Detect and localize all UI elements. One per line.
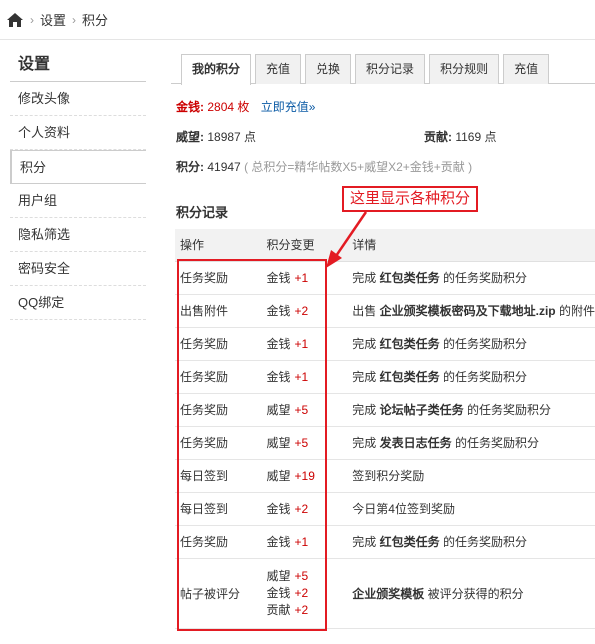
detail-prefix: 完成 <box>352 436 377 450</box>
points-log-title: 积分记录 <box>176 205 229 220</box>
money-value: 2804 枚 <box>207 100 250 114</box>
detail-cell: 完成 发表日志任务 的任务奖励积分 <box>347 426 595 460</box>
sidebar-item-privacy[interactable]: 隐私筛选 <box>10 218 146 252</box>
sidebar-item-profile[interactable]: 个人资料 <box>10 116 146 150</box>
detail-suffix: 的任务奖励积分 <box>467 403 552 417</box>
detail-prefix: 完成 <box>352 271 377 285</box>
breadcrumb-settings[interactable]: 设置 <box>40 10 66 29</box>
tab-points-rules[interactable]: 积分规则 <box>429 54 500 84</box>
sidebar-item-password[interactable]: 密码安全 <box>10 252 146 286</box>
detail-subject[interactable]: 发表日志任务 <box>380 436 452 450</box>
detail-cell: 企业颁奖模板 被评分获得的积分 <box>347 558 595 629</box>
chevron-right-icon: › <box>72 12 77 27</box>
detail-subject[interactable]: 企业颁奖模板密码及下载地址.zip <box>380 304 556 318</box>
sidebar-item-qq[interactable]: QQ绑定 <box>10 286 146 320</box>
sidebar-item-avatar[interactable]: 修改头像 <box>10 82 146 116</box>
total-formula: ( 总积分=精华帖数X5+威望X2+金钱+贡献 ) <box>244 160 473 174</box>
detail-prefix: 今日第4位签到奖励 <box>352 502 455 516</box>
weiwang-row: 威望: 18987 点 <box>176 128 256 145</box>
sidebar: 设置 修改头像 个人资料 积分 用户组 隐私筛选 密码安全 QQ绑定 <box>10 48 146 320</box>
detail-suffix: 的任务奖励积分 <box>443 535 528 549</box>
detail-cell: 完成 红包类任务 的任务奖励积分 <box>347 360 595 394</box>
col-header-detail: 详情 <box>347 229 595 262</box>
tab-recharge-2[interactable]: 充值 <box>503 54 550 84</box>
detail-prefix: 完成 <box>352 337 377 351</box>
tab-my-points[interactable]: 我的积分 <box>181 54 252 85</box>
breadcrumb: › 设置 › 积分 <box>0 0 595 40</box>
breadcrumb-points[interactable]: 积分 <box>82 10 108 29</box>
detail-suffix: 的任务奖励积分 <box>443 337 528 351</box>
annotation-callout: 这里显示各种积分 <box>342 186 479 212</box>
detail-cell: 完成 红包类任务 的任务奖励积分 <box>347 261 595 295</box>
gongxian-label: 贡献: <box>424 130 452 144</box>
detail-prefix: 出售 <box>352 304 377 318</box>
detail-suffix: 的任务奖励积分 <box>455 436 540 450</box>
money-row: 金钱: 2804 枚 立即充值» <box>176 98 315 115</box>
tab-recharge[interactable]: 充值 <box>255 54 302 84</box>
detail-prefix: 完成 <box>352 370 377 384</box>
detail-subject[interactable]: 论坛帖子类任务 <box>380 403 464 417</box>
detail-suffix: 的任务奖励积分 <box>443 370 528 384</box>
main-content: 我的积分 充值 兑换 积分记录 积分规则 充值 金钱: 2804 枚 立即充值»… <box>171 50 595 220</box>
total-points-row: 积分: 41947 ( 总积分=精华帖数X5+威望X2+金钱+贡献 ) <box>176 158 472 175</box>
detail-suffix: 被评分获得的积分 <box>427 586 524 601</box>
sidebar-title: 设置 <box>10 48 146 82</box>
detail-suffix: 的附件 <box>558 304 595 318</box>
total-value: 41947 <box>207 160 241 174</box>
detail-cell: 完成 论坛帖子类任务 的任务奖励积分 <box>347 393 595 427</box>
detail-cell: 出售 企业颁奖模板密码及下载地址.zip 的附件 <box>347 294 595 328</box>
money-label: 金钱: <box>176 100 204 114</box>
table-header: 操作 积分变更 详情 <box>175 229 595 262</box>
sidebar-item-points[interactable]: 积分 <box>10 150 146 184</box>
detail-cell: 今日第4位签到奖励 <box>347 492 595 526</box>
chevron-right-icon: › <box>30 12 34 27</box>
recharge-link[interactable]: 立即充值» <box>261 100 316 114</box>
detail-subject[interactable]: 红包类任务 <box>380 271 440 285</box>
detail-subject[interactable]: 红包类任务 <box>380 535 440 549</box>
tab-exchange[interactable]: 兑换 <box>305 54 352 84</box>
weiwang-label: 威望: <box>176 130 204 144</box>
weiwang-value: 18987 点 <box>207 130 257 144</box>
tab-points-log[interactable]: 积分记录 <box>355 54 426 84</box>
sidebar-item-usergroup[interactable]: 用户组 <box>10 184 146 218</box>
detail-prefix: 完成 <box>352 403 377 417</box>
detail-cell: 完成 红包类任务 的任务奖励积分 <box>347 327 595 361</box>
gongxian-value: 1169 点 <box>455 130 497 144</box>
total-label: 积分: <box>176 160 204 174</box>
detail-cell: 签到积分奖励 <box>347 459 595 493</box>
highlight-box <box>177 259 327 631</box>
detail-suffix: 的任务奖励积分 <box>443 271 528 285</box>
detail-subject[interactable]: 企业颁奖模板 <box>352 587 424 601</box>
gongxian-row: 贡献: 1169 点 <box>424 128 496 145</box>
detail-cell: 完成 红包类任务 的任务奖励积分 <box>347 525 595 559</box>
detail-subject[interactable]: 红包类任务 <box>380 337 440 351</box>
detail-prefix: 签到积分奖励 <box>352 469 425 483</box>
detail-subject[interactable]: 红包类任务 <box>380 370 440 384</box>
tab-bar: 我的积分 充值 兑换 积分记录 积分规则 充值 <box>171 50 595 85</box>
col-header-change: 积分变更 <box>261 229 348 262</box>
col-header-op: 操作 <box>175 229 262 262</box>
home-icon[interactable] <box>6 12 24 28</box>
detail-prefix: 完成 <box>352 535 377 549</box>
